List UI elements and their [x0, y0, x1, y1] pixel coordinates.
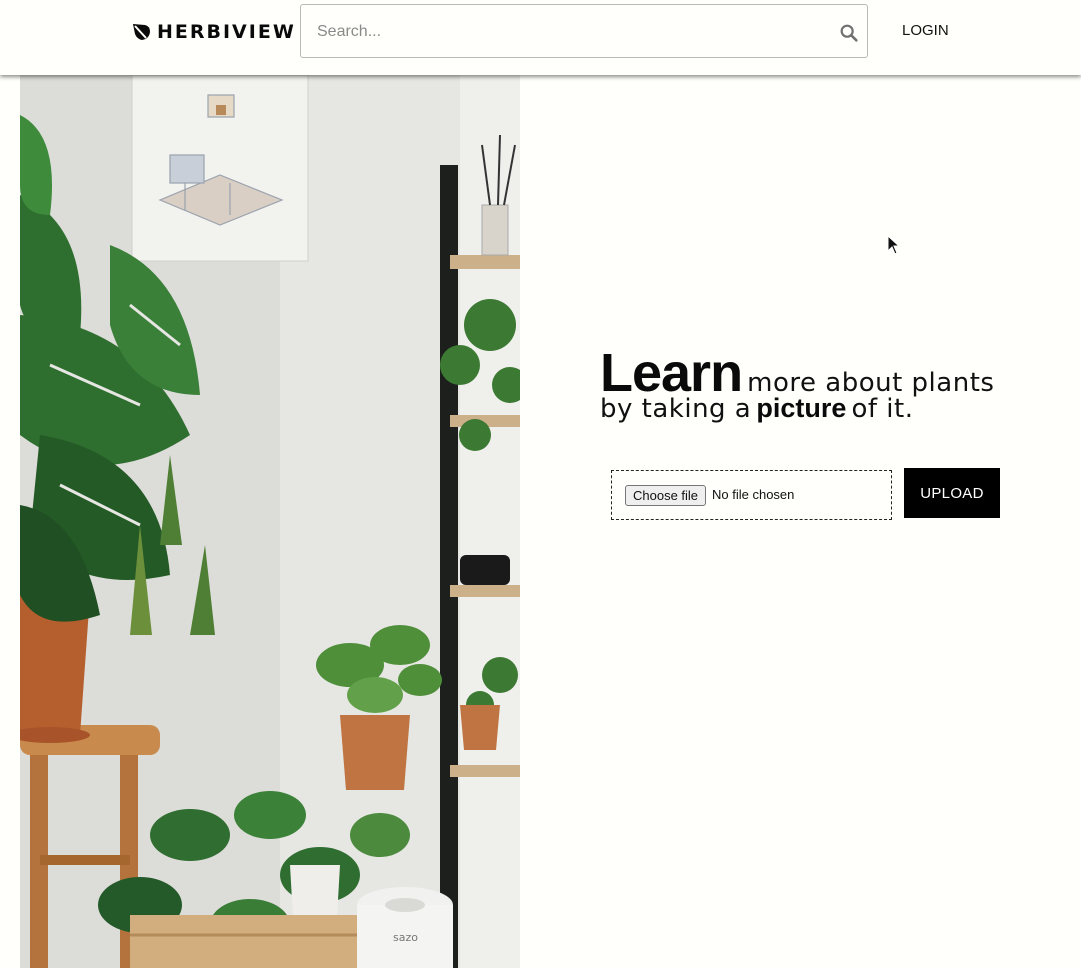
- search-bar[interactable]: [300, 4, 868, 58]
- top-navbar: HERBIVIEW LOGIN: [0, 0, 1081, 75]
- search-icon[interactable]: [838, 22, 860, 44]
- tagline-text-3: of it.: [851, 394, 914, 424]
- brand-name: HERBIVIEW: [157, 21, 296, 43]
- leaf-icon: [131, 22, 151, 42]
- tagline-picture: picture: [756, 393, 847, 423]
- search-input[interactable]: [315, 19, 819, 45]
- file-status-text: No file chosen: [712, 487, 795, 502]
- brand-logo[interactable]: HERBIVIEW: [131, 19, 296, 45]
- hero-plant-photo: sazo: [20, 75, 520, 968]
- tagline-text-2: by taking a: [600, 394, 752, 424]
- choose-file-button[interactable]: Choose file: [625, 485, 707, 506]
- login-link[interactable]: LOGIN: [902, 22, 949, 39]
- mouse-cursor-icon: [887, 235, 901, 255]
- upload-button[interactable]: UPLOAD: [904, 468, 1000, 518]
- file-input-dropzone[interactable]: Choose file No file chosen: [611, 470, 892, 520]
- svg-text:sazo: sazo: [393, 931, 418, 944]
- hero-tagline: Learn more about plants by taking a pict…: [600, 346, 1020, 422]
